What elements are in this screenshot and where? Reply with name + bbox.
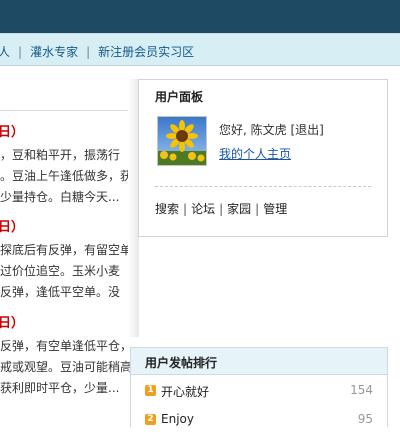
nav-item-newbie-area[interactable]: 新注册会员实习区 xyxy=(98,45,194,59)
secondary-nav: 人 | 灌水专家 | 新注册会员实习区 xyxy=(0,33,400,66)
nav-item-water-expert[interactable]: 灌水专家 xyxy=(30,45,78,59)
post-list-column: 日） ，豆和粕平开，振荡行 。豆油上午逢低做多，获 少量持仓。白糖今天... 日… xyxy=(0,79,131,419)
home-space-link[interactable]: 家园 xyxy=(227,202,251,216)
ranking-username[interactable]: Enjoy xyxy=(161,412,194,426)
rank-badge-icon: 2 xyxy=(145,414,156,425)
post-line: 探底后有反弹，有留空单 xyxy=(0,243,131,257)
ranking-row[interactable]: 2 Enjoy 95 xyxy=(131,406,387,434)
post-line: 过价位追空。玉米小麦 xyxy=(0,264,121,278)
greeting-text: 您好, 陈文虎 [退出] xyxy=(219,121,324,138)
user-panel-title: 用户面板 xyxy=(155,90,204,104)
nav-item-people[interactable]: 人 xyxy=(0,45,10,59)
ranking-post-count: 95 xyxy=(357,412,373,426)
search-link[interactable]: 搜索 xyxy=(155,202,179,216)
ranking-title: 用户发帖排行 xyxy=(145,356,218,370)
ranking-header: 用户发帖排行 xyxy=(131,348,387,375)
nav-separator: | xyxy=(86,45,91,59)
forum-link[interactable]: 论坛 xyxy=(191,202,215,216)
nav-separator: | xyxy=(18,45,23,59)
post-line: 戒或观望。豆油可能稍高 xyxy=(0,360,131,374)
post-line: 反弹，逢低平空单。没 xyxy=(0,285,121,299)
logout-link[interactable]: [退出] xyxy=(290,123,323,137)
admin-link[interactable]: 管理 xyxy=(263,202,287,216)
link-separator: | xyxy=(183,202,188,216)
user-panel: 用户面板 您好, 陈文虎 [退出] 我的个人主页 搜索 | 论坛 | 家园 | … xyxy=(138,79,388,237)
post-ranking-box: 用户发帖排行 1 开心就好 154 2 Enjoy 95 xyxy=(130,347,388,427)
rank-badge-icon: 1 xyxy=(145,385,156,396)
sunflower-avatar-icon xyxy=(158,117,206,165)
ranking-row[interactable]: 1 开心就好 154 xyxy=(131,377,387,405)
top-header-bar xyxy=(0,0,400,33)
link-separator: | xyxy=(255,202,260,216)
panel-quick-links: 搜索 | 论坛 | 家园 | 管理 xyxy=(155,200,287,217)
avatar[interactable] xyxy=(157,116,207,166)
ranking-post-count: 154 xyxy=(350,383,373,397)
my-home-link[interactable]: 我的个人主页 xyxy=(219,145,291,162)
post-line: 少量持仓。白糖今天... xyxy=(0,190,120,204)
post-date: 日） xyxy=(0,125,25,140)
post-list-header xyxy=(0,79,131,111)
post-line: ，豆和粕平开，振荡行 xyxy=(0,148,121,162)
link-separator: | xyxy=(219,202,224,216)
post-date: 日） xyxy=(0,220,25,235)
post-date: 日） xyxy=(0,316,25,331)
post-line: 获利即时平仓，少量... xyxy=(0,381,120,395)
post-line: 。豆油上午逢低做多，获 xyxy=(0,169,131,183)
greeting-name: 您好, 陈文虎 xyxy=(219,123,287,137)
panel-divider xyxy=(155,186,371,187)
ranking-username[interactable]: 开心就好 xyxy=(161,383,209,400)
post-line: 反弹，有空单逢低平仓， xyxy=(0,339,131,353)
